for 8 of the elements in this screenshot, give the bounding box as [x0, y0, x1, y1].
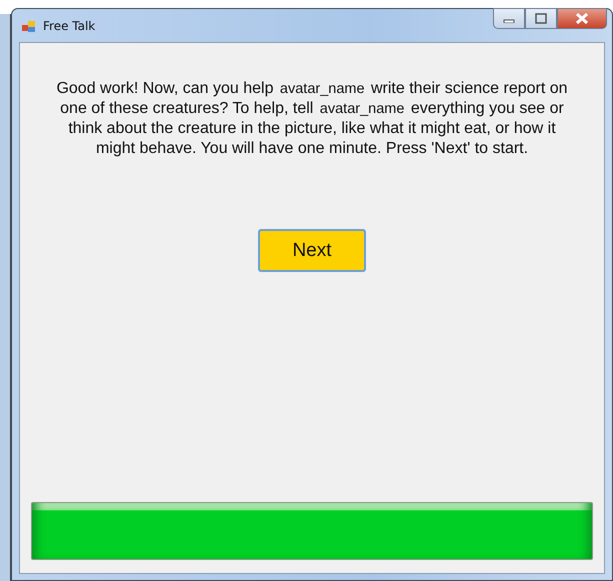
- maximize-icon: [535, 13, 547, 24]
- maximize-button[interactable]: [525, 8, 557, 29]
- minimize-button[interactable]: [493, 8, 525, 29]
- window-title: Free Talk: [43, 18, 96, 32]
- close-icon: [575, 13, 589, 24]
- close-button[interactable]: [557, 8, 607, 29]
- instruction-text: Good work! Now, can you help avatar_name write their science report on one of these creatures? To help, tell avatar_name everything you see or think about the creature in the picture, like what it might eat, or how it might behave. You will have one minute. Press 'Next' to start.: [55, 79, 569, 159]
- next-button[interactable]: Next: [258, 229, 366, 272]
